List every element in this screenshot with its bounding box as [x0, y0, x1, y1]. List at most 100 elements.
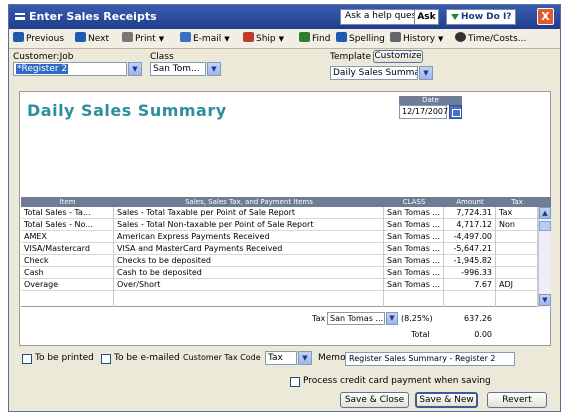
customer-tax-code-combo[interactable]: Tax [265, 351, 297, 365]
cell-item[interactable]: Total Sales - Ta... [21, 207, 114, 219]
cell-item[interactable]: Total Sales - No... [21, 219, 114, 231]
print-label: Print [135, 34, 156, 44]
cell-description[interactable]: Sales - Total Taxable per Point of Sale … [114, 207, 384, 219]
tax-item-dropdown[interactable]: ▼ [386, 312, 398, 325]
scroll-up-icon[interactable]: ▲ [539, 207, 551, 219]
how-do-i-label: How Do I? [461, 12, 512, 22]
cell-item[interactable]: Cash [21, 267, 114, 279]
cell-amount[interactable]: -5,647.21 [444, 243, 496, 255]
tax-item-combo[interactable]: San Tomas ... [327, 312, 385, 325]
sales-receipt-window: Enter Sales Receipts Ask a help question… [8, 4, 561, 412]
cell-item[interactable]: AMEX [21, 231, 114, 243]
table-row[interactable]: Cash Cash to be deposited San Tomas ... … [21, 267, 538, 279]
email-button[interactable]: E-mail ▼ [180, 32, 230, 46]
date-input[interactable]: 12/17/2007 [399, 105, 448, 119]
cell-description[interactable]: Sales - Total Non-taxable per Point of S… [114, 219, 384, 231]
cell-tax[interactable] [496, 243, 538, 255]
cell-description[interactable]: Over/Short [114, 279, 384, 291]
cell-amount[interactable]: 7,724.31 [444, 207, 496, 219]
cell-class[interactable]: San Tomas ... [384, 267, 444, 279]
calendar-icon[interactable] [449, 105, 462, 119]
cell-amount[interactable]: -4,497.00 [444, 231, 496, 243]
chevron-down-icon[interactable]: ▼ [224, 32, 229, 46]
cell-tax[interactable]: ADJ [496, 279, 538, 291]
cell-class[interactable]: San Tomas ... [384, 243, 444, 255]
chevron-down-icon[interactable]: ▼ [159, 32, 164, 46]
process-cc-checkbox[interactable] [290, 377, 300, 387]
cell-class[interactable]: San Tomas ... [384, 279, 444, 291]
cell-description[interactable]: Cash to be deposited [114, 267, 384, 279]
window-menu-icon[interactable] [15, 13, 25, 20]
toolbar: Previous Next Print ▼ E-mail ▼ Ship ▼ Find … [9, 29, 560, 49]
customer-job-dropdown[interactable]: ▼ [128, 62, 142, 76]
save-new-button[interactable]: Save & New [415, 392, 478, 408]
table-row[interactable] [21, 291, 538, 307]
scroll-down-icon[interactable]: ▼ [539, 294, 551, 306]
memo-input[interactable]: Register Sales Summary - Register 2 [345, 352, 515, 366]
customer-tax-code-dropdown[interactable]: ▼ [298, 351, 312, 365]
ask-button[interactable]: Ask [414, 9, 439, 25]
class-dropdown[interactable]: ▼ [207, 62, 221, 76]
ship-button[interactable]: Ship ▼ [243, 32, 284, 46]
revert-button[interactable]: Revert [487, 392, 547, 408]
cell-class[interactable]: San Tomas ... [384, 231, 444, 243]
cell-item[interactable] [21, 291, 114, 307]
cell-tax[interactable] [496, 267, 538, 279]
spelling-label: Spelling [349, 34, 385, 44]
chevron-down-icon[interactable]: ▼ [279, 32, 284, 46]
form-area: Daily Sales Summary Date 12/17/2007 Item… [19, 91, 551, 346]
cell-tax[interactable]: Tax [496, 207, 538, 219]
cell-tax[interactable] [496, 255, 538, 267]
cell-amount[interactable]: 7.67 [444, 279, 496, 291]
previous-button[interactable]: Previous [13, 32, 64, 46]
cell-item[interactable]: Overage [21, 279, 114, 291]
cell-amount[interactable]: -1,945.82 [444, 255, 496, 267]
history-icon [390, 32, 401, 42]
customer-job-combo[interactable]: *Register 2 [13, 62, 127, 76]
tax-rate: (8.25%) [401, 314, 433, 323]
spelling-button[interactable]: Spelling [336, 32, 385, 46]
cell-description[interactable]: Checks to be deposited [114, 255, 384, 267]
save-close-button[interactable]: Save & Close [340, 392, 409, 408]
cell-tax[interactable]: Non [496, 219, 538, 231]
table-row[interactable]: AMEX American Express Payments Received … [21, 231, 538, 243]
grid-scrollbar[interactable]: ▲ ▼ [538, 207, 551, 307]
tax-item-value: San Tomas ... [330, 314, 384, 323]
table-row[interactable]: Total Sales - Ta... Sales - Total Taxabl… [21, 207, 538, 219]
cell-description[interactable]: American Express Payments Received [114, 231, 384, 243]
cell-item[interactable]: VISA/Mastercard [21, 243, 114, 255]
table-row[interactable]: Total Sales - No... Sales - Total Non-ta… [21, 219, 538, 231]
time-costs-button[interactable]: Time/Costs... [455, 32, 526, 46]
cell-description[interactable]: VISA and MasterCard Payments Received [114, 243, 384, 255]
template-dropdown[interactable]: ▼ [419, 66, 433, 80]
to-be-printed-checkbox[interactable] [22, 354, 32, 364]
next-label: Next [88, 34, 109, 44]
table-row[interactable]: VISA/Mastercard VISA and MasterCard Paym… [21, 243, 538, 255]
scroll-thumb[interactable] [539, 221, 551, 231]
table-row[interactable]: Overage Over/Short San Tomas ... 7.67 AD… [21, 279, 538, 291]
cell-amount[interactable] [444, 291, 496, 307]
template-combo[interactable]: Daily Sales Summary [330, 66, 418, 80]
cell-class[interactable]: San Tomas ... [384, 207, 444, 219]
cell-amount[interactable]: 4,717.12 [444, 219, 496, 231]
customize-button[interactable]: Customize [373, 50, 423, 63]
history-button[interactable]: History ▼ [390, 32, 443, 46]
cell-tax[interactable] [496, 231, 538, 243]
cell-amount[interactable]: -996.33 [444, 267, 496, 279]
find-button[interactable]: Find [299, 32, 330, 46]
cell-item[interactable]: Check [21, 255, 114, 267]
print-button[interactable]: Print ▼ [122, 32, 164, 46]
close-button[interactable]: X [537, 8, 554, 25]
cell-class[interactable] [384, 291, 444, 307]
cell-class[interactable]: San Tomas ... [384, 219, 444, 231]
cell-tax[interactable] [496, 291, 538, 307]
cell-class[interactable]: San Tomas ... [384, 255, 444, 267]
chevron-down-icon[interactable]: ▼ [438, 32, 443, 46]
cell-description[interactable] [114, 291, 384, 307]
how-do-i-button[interactable]: How Do I? [446, 9, 516, 25]
table-row[interactable]: Check Checks to be deposited San Tomas .… [21, 255, 538, 267]
to-be-emailed-checkbox[interactable] [101, 354, 111, 364]
template-value: Daily Sales Summary [333, 68, 417, 78]
class-combo[interactable]: San Tom... [150, 62, 206, 76]
next-button[interactable]: Next [75, 32, 109, 46]
